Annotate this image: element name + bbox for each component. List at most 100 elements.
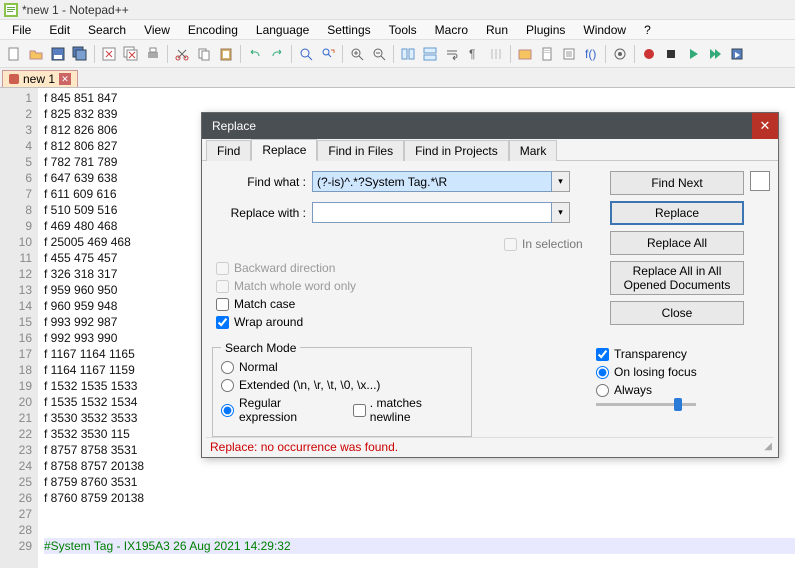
tab-find-in-projects[interactable]: Find in Projects [404, 140, 509, 161]
search-mode-legend: Search Mode [221, 341, 300, 355]
search-mode-normal[interactable]: Normal [221, 360, 463, 374]
open-file-icon[interactable] [26, 44, 46, 64]
save-macro-icon[interactable] [727, 44, 747, 64]
copy-icon[interactable] [194, 44, 214, 64]
transparency-always[interactable]: Always [596, 383, 766, 397]
close-button[interactable]: Close [610, 301, 744, 325]
play-macro-icon[interactable] [683, 44, 703, 64]
dialog-body: Find what : ▾ Replace with : ▾ In select… [202, 161, 778, 439]
backward-direction-checkbox: Backward direction [216, 261, 356, 275]
close-file-icon[interactable] [99, 44, 119, 64]
find-next-toggle-checkbox[interactable] [750, 171, 770, 191]
menu-file[interactable]: File [4, 21, 39, 39]
dot-matches-newline-checkbox[interactable]: . matches newline [353, 396, 463, 424]
replace-with-label: Replace with : [212, 206, 312, 220]
dialog-title: Replace [212, 119, 256, 133]
toolbar-separator [634, 45, 635, 63]
menu-macro[interactable]: Macro [427, 21, 476, 39]
replace-icon[interactable] [318, 44, 338, 64]
replace-dropdown-icon[interactable]: ▾ [552, 202, 570, 223]
transparency-group: Transparency On losing focus Always [596, 347, 766, 406]
doc-map-icon[interactable] [537, 44, 557, 64]
menu-settings[interactable]: Settings [319, 21, 378, 39]
find-icon[interactable] [296, 44, 316, 64]
transparency-on-losing-focus[interactable]: On losing focus [596, 365, 766, 379]
svg-text:¶: ¶ [469, 47, 475, 61]
search-mode-extended[interactable]: Extended (\n, \r, \t, \0, \x...) [221, 378, 463, 392]
menu-edit[interactable]: Edit [41, 21, 78, 39]
search-mode-regex[interactable]: Regular expression . matches newline [221, 396, 463, 424]
toolbar-separator [291, 45, 292, 63]
document-tab-label: new 1 [23, 72, 55, 86]
options-group: Backward direction Match whole word only… [216, 261, 356, 333]
folder-workspace-icon[interactable] [515, 44, 535, 64]
replace-button[interactable]: Replace [610, 201, 744, 225]
redo-icon[interactable] [267, 44, 287, 64]
match-case-checkbox[interactable]: Match case [216, 297, 356, 311]
menu-language[interactable]: Language [248, 21, 317, 39]
search-mode-group: Search Mode Normal Extended (\n, \r, \t,… [212, 347, 472, 437]
find-what-input[interactable] [312, 171, 552, 192]
tab-mark[interactable]: Mark [509, 140, 558, 161]
doc-list-icon[interactable] [559, 44, 579, 64]
show-all-chars-icon[interactable]: ¶ [464, 44, 484, 64]
menu-help[interactable]: ? [636, 21, 659, 39]
print-icon[interactable] [143, 44, 163, 64]
sync-h-icon[interactable] [420, 44, 440, 64]
document-tabbar: new 1 ✕ [0, 68, 795, 88]
save-icon[interactable] [48, 44, 68, 64]
window-title: *new 1 - Notepad++ [22, 3, 129, 17]
new-file-icon[interactable] [4, 44, 24, 64]
resize-grip-icon[interactable]: ◢ [764, 441, 774, 452]
function-list-icon[interactable]: f() [581, 44, 601, 64]
wrap-around-checkbox[interactable]: Wrap around [216, 315, 356, 329]
save-all-icon[interactable] [70, 44, 90, 64]
toolbar-separator [167, 45, 168, 63]
menu-search[interactable]: Search [80, 21, 134, 39]
menu-tools[interactable]: Tools [381, 21, 425, 39]
slider-thumb-icon[interactable] [674, 398, 682, 411]
app-icon [4, 3, 18, 17]
sync-v-icon[interactable] [398, 44, 418, 64]
whole-word-checkbox: Match whole word only [216, 279, 356, 293]
transparency-checkbox[interactable]: Transparency [596, 347, 766, 361]
indent-guide-icon[interactable] [486, 44, 506, 64]
zoom-out-icon[interactable] [369, 44, 389, 64]
transparency-slider[interactable] [596, 403, 696, 406]
replace-dialog: Replace ✕ Find Replace Find in Files Fin… [201, 112, 779, 458]
find-next-button[interactable]: Find Next [610, 171, 744, 195]
dialog-titlebar[interactable]: Replace ✕ [202, 113, 778, 139]
word-wrap-icon[interactable] [442, 44, 462, 64]
zoom-in-icon[interactable] [347, 44, 367, 64]
document-tab[interactable]: new 1 ✕ [2, 70, 78, 87]
toolbar-separator [240, 45, 241, 63]
monitor-icon[interactable] [610, 44, 630, 64]
stop-macro-icon[interactable] [661, 44, 681, 64]
menu-plugins[interactable]: Plugins [518, 21, 573, 39]
line-number-gutter: 1234567891011121314151617181920212223242… [0, 88, 38, 568]
menu-encoding[interactable]: Encoding [180, 21, 246, 39]
record-macro-icon[interactable] [639, 44, 659, 64]
menu-bar: File Edit Search View Encoding Language … [0, 20, 795, 40]
undo-icon[interactable] [245, 44, 265, 64]
replace-with-input[interactable] [312, 202, 552, 223]
menu-run[interactable]: Run [478, 21, 516, 39]
toolbar-separator [94, 45, 95, 63]
dialog-close-button[interactable]: ✕ [752, 113, 778, 139]
toolbar-separator [605, 45, 606, 63]
cut-icon[interactable] [172, 44, 192, 64]
close-tab-icon[interactable]: ✕ [59, 73, 71, 85]
close-all-icon[interactable] [121, 44, 141, 64]
menu-window[interactable]: Window [575, 21, 634, 39]
replace-all-opened-button[interactable]: Replace All in All Opened Documents [610, 261, 744, 295]
play-multi-icon[interactable] [705, 44, 725, 64]
tab-replace[interactable]: Replace [251, 139, 317, 161]
tab-find[interactable]: Find [206, 140, 251, 161]
find-dropdown-icon[interactable]: ▾ [552, 171, 570, 192]
paste-icon[interactable] [216, 44, 236, 64]
in-selection-checkbox[interactable]: In selection [504, 237, 583, 251]
replace-all-button[interactable]: Replace All [610, 231, 744, 255]
tab-find-in-files[interactable]: Find in Files [317, 140, 404, 161]
menu-view[interactable]: View [136, 21, 178, 39]
unsaved-doc-icon [9, 74, 19, 84]
